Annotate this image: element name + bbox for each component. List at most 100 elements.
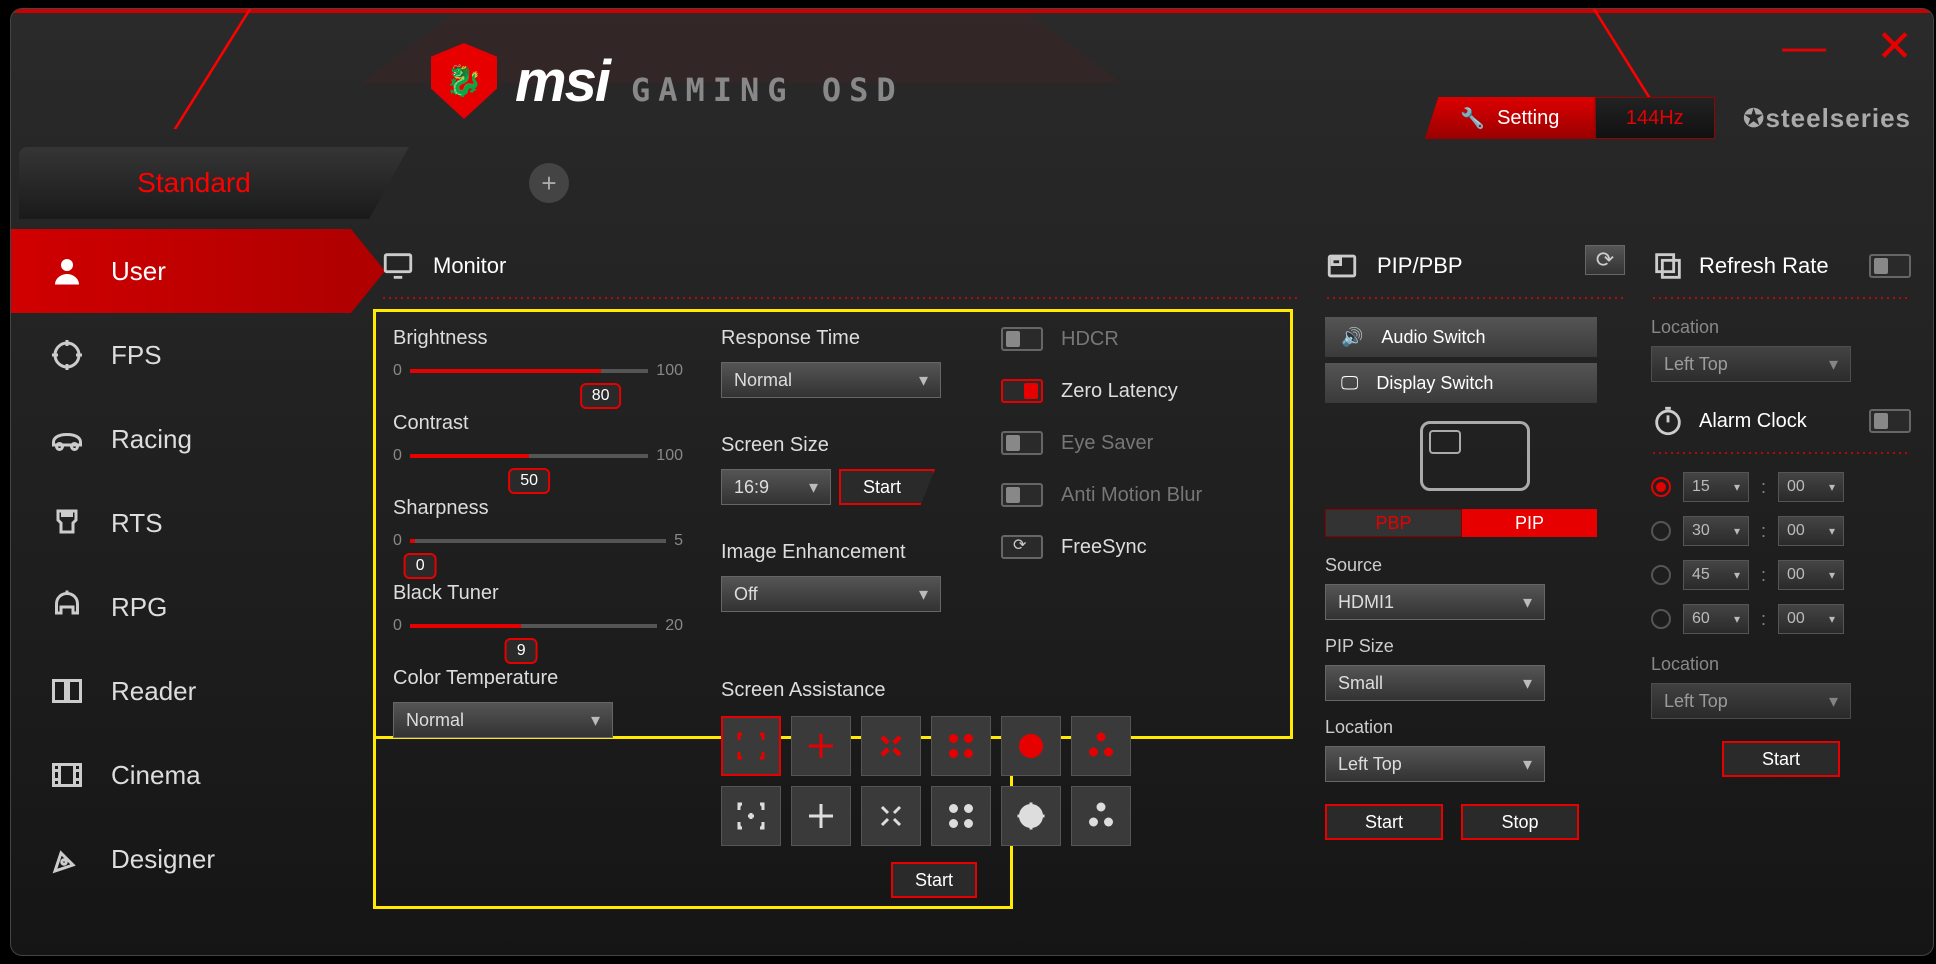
- sidebar-item-rts[interactable]: RTS: [11, 481, 351, 565]
- crosshair-option-4[interactable]: [931, 716, 991, 776]
- pip-mode-button[interactable]: PIP: [1462, 509, 1597, 537]
- refresh-location-dropdown[interactable]: Left Top: [1651, 346, 1851, 382]
- pip-location-dropdown[interactable]: Left Top: [1325, 746, 1545, 782]
- app-window: — ✕ 🐉 msi GAMING OSD 🔧 Setting 144Hz ✪st…: [10, 8, 1934, 956]
- alarm-radio-3[interactable]: [1651, 565, 1671, 585]
- tab-standard[interactable]: Standard: [19, 147, 369, 219]
- image-enhancement-label: Image Enhancement: [721, 541, 961, 564]
- pip-stop-button[interactable]: Stop: [1461, 804, 1579, 840]
- minimize-button[interactable]: —: [1782, 37, 1826, 57]
- sidebar-item-designer[interactable]: Designer: [11, 817, 351, 901]
- crosshair-option-8[interactable]: [791, 786, 851, 846]
- alarm-min-4[interactable]: 60: [1683, 604, 1749, 634]
- add-tab-button[interactable]: +: [529, 163, 569, 203]
- audio-switch-button[interactable]: 🔊Audio Switch: [1325, 317, 1597, 357]
- anti-motion-blur-toggle[interactable]: [1001, 483, 1043, 507]
- pip-power-button[interactable]: ⟳: [1585, 245, 1625, 275]
- black-tuner-slider[interactable]: 0 9 20: [393, 617, 683, 635]
- eye-saver-toggle[interactable]: [1001, 431, 1043, 455]
- user-icon: [47, 251, 87, 291]
- alarm-radio-4[interactable]: [1651, 609, 1671, 629]
- alarm-min-2[interactable]: 30: [1683, 516, 1749, 546]
- alarm-radio-1[interactable]: [1651, 477, 1671, 497]
- overlap-icon: [1651, 249, 1685, 283]
- sharpness-label: Sharpness: [393, 497, 683, 520]
- alarm-location-dropdown[interactable]: Left Top: [1651, 683, 1851, 719]
- crosshair-option-11[interactable]: [1001, 786, 1061, 846]
- display-icon: 🖵: [1341, 373, 1358, 394]
- color-temp-dropdown[interactable]: Normal: [393, 702, 613, 738]
- stopwatch-icon: [1651, 404, 1685, 438]
- image-enhancement-dropdown[interactable]: Off: [721, 576, 941, 612]
- crosshair-option-2[interactable]: [791, 716, 851, 776]
- pip-size-dropdown[interactable]: Small: [1325, 665, 1545, 701]
- brand: 🐉 msi GAMING OSD: [431, 43, 904, 119]
- brand-msi: msi: [515, 48, 609, 115]
- sidebar-item-user[interactable]: User: [11, 229, 351, 313]
- response-time-label: Response Time: [721, 327, 961, 350]
- zero-latency-toggle[interactable]: [1001, 379, 1043, 403]
- film-icon: [47, 755, 87, 795]
- response-time-dropdown[interactable]: Normal: [721, 362, 941, 398]
- msi-shield-icon: 🐉: [431, 43, 497, 119]
- sidebar-item-racing[interactable]: Racing: [11, 397, 351, 481]
- brightness-label: Brightness: [393, 327, 683, 350]
- color-temp-label: Color Temperature: [393, 667, 683, 690]
- alarm-radio-2[interactable]: [1651, 521, 1671, 541]
- pip-section-title: PIP/PBP ⟳: [1325, 249, 1625, 283]
- sidebar-item-rpg[interactable]: RPG: [11, 565, 351, 649]
- hdcr-toggle[interactable]: [1001, 327, 1043, 351]
- sidebar-item-fps[interactable]: FPS: [11, 313, 351, 397]
- sidebar-item-reader[interactable]: Reader: [11, 649, 351, 733]
- refresh-rate-toggle[interactable]: [1869, 254, 1911, 278]
- sidebar: User FPS Racing RTS RPG Reader Cinema D: [11, 229, 351, 901]
- alarm-location-label: Location: [1651, 654, 1911, 675]
- display-switch-button[interactable]: 🖵Display Switch: [1325, 363, 1597, 403]
- anti-motion-blur-label: Anti Motion Blur: [1061, 484, 1202, 507]
- pip-mode-segment: PBP PIP: [1325, 509, 1597, 537]
- screen-size-label: Screen Size: [721, 434, 961, 457]
- setting-button[interactable]: 🔧 Setting: [1425, 97, 1595, 139]
- contrast-slider[interactable]: 0 50 100: [393, 447, 683, 465]
- close-button[interactable]: ✕: [1876, 37, 1913, 57]
- sharpness-slider[interactable]: 0 0 5: [393, 532, 683, 550]
- alarm-min-1[interactable]: 15: [1683, 472, 1749, 502]
- speaker-icon: 🔊: [1341, 327, 1363, 348]
- crosshair-option-6[interactable]: [1071, 716, 1131, 776]
- crosshair-option-5[interactable]: [1001, 716, 1061, 776]
- alarm-clock-toggle[interactable]: [1869, 409, 1911, 433]
- screen-assistance-start-button[interactable]: Start: [891, 862, 977, 898]
- wrench-icon: 🔧: [1460, 106, 1485, 131]
- monitor-icon: [381, 249, 415, 283]
- crosshair-option-12[interactable]: [1071, 786, 1131, 846]
- pip-source-label: Source: [1325, 555, 1625, 576]
- divider: [381, 297, 1301, 299]
- sidebar-item-cinema[interactable]: Cinema: [11, 733, 351, 817]
- brightness-slider[interactable]: 0 80 100: [393, 362, 683, 380]
- alarm-start-button[interactable]: Start: [1722, 741, 1840, 777]
- crosshair-option-1[interactable]: [721, 716, 781, 776]
- screen-size-dropdown[interactable]: 16:9: [721, 469, 831, 505]
- freesync-toggle[interactable]: [1001, 535, 1043, 559]
- pbp-mode-button[interactable]: PBP: [1325, 509, 1462, 537]
- pip-source-dropdown[interactable]: HDMI1: [1325, 584, 1545, 620]
- pip-size-label: PIP Size: [1325, 636, 1625, 657]
- zero-latency-label: Zero Latency: [1061, 380, 1178, 403]
- alarm-min-3[interactable]: 45: [1683, 560, 1749, 590]
- alarm-sec-2[interactable]: 00: [1778, 516, 1844, 546]
- crosshair-option-3[interactable]: [861, 716, 921, 776]
- screen-size-start-button[interactable]: Start: [839, 469, 935, 505]
- monitor-section-title: Monitor: [381, 249, 1301, 283]
- steelseries-logo: ✪steelseries: [1743, 103, 1911, 134]
- pen-icon: [47, 839, 87, 879]
- crosshair-option-10[interactable]: [931, 786, 991, 846]
- refresh-rate-section-title: Refresh Rate: [1651, 249, 1911, 283]
- pip-start-button[interactable]: Start: [1325, 804, 1443, 840]
- alarm-sec-3[interactable]: 00: [1778, 560, 1844, 590]
- helmet-icon: [47, 587, 87, 627]
- eye-saver-label: Eye Saver: [1061, 432, 1153, 455]
- crosshair-option-7[interactable]: [721, 786, 781, 846]
- alarm-sec-1[interactable]: 00: [1778, 472, 1844, 502]
- crosshair-option-9[interactable]: [861, 786, 921, 846]
- alarm-sec-4[interactable]: 00: [1778, 604, 1844, 634]
